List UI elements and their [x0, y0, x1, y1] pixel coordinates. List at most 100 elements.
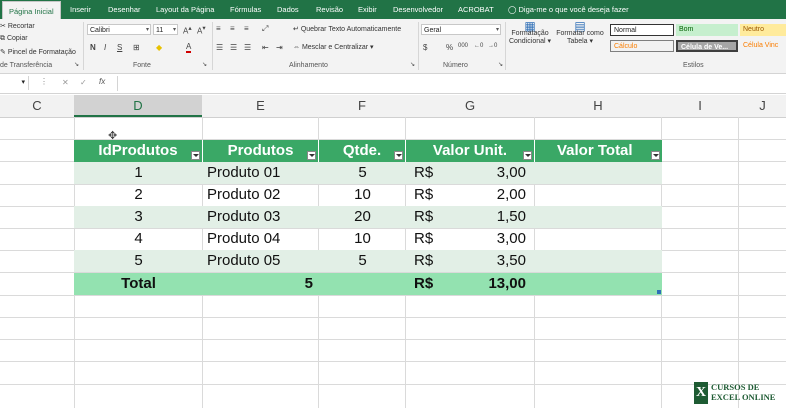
orientation-icon[interactable]: ⤢: [262, 24, 268, 34]
align-top-icon[interactable]: ≡: [216, 24, 221, 33]
font-color-icon[interactable]: A: [186, 42, 192, 53]
column-header-d[interactable]: D: [74, 95, 202, 117]
total-count-cell[interactable]: 5: [203, 273, 313, 295]
filter-dropdown-icon[interactable]: [523, 151, 532, 160]
currency-format-button[interactable]: $: [423, 43, 427, 52]
qtde-cell[interactable]: 5: [319, 162, 406, 184]
column-header-c[interactable]: C: [0, 95, 74, 117]
style-neutro[interactable]: Neutro: [740, 24, 786, 36]
decrease-indent-icon[interactable]: ⇤: [262, 43, 269, 52]
style-bom[interactable]: Bom: [676, 24, 738, 36]
id-cell[interactable]: 3: [74, 206, 203, 228]
cut-button[interactable]: ✂ Recortar: [0, 22, 35, 30]
align-bottom-icon[interactable]: ≡: [244, 24, 249, 33]
valor-unit-cell[interactable]: 1,50: [440, 206, 526, 228]
formula-input[interactable]: [117, 76, 786, 91]
produto-cell[interactable]: Produto 02: [207, 184, 317, 206]
thousands-format-button[interactable]: 000: [458, 43, 468, 49]
enter-icon[interactable]: ✓: [80, 78, 87, 87]
filter-dropdown-icon[interactable]: [191, 151, 200, 160]
produto-cell[interactable]: Produto 04: [207, 228, 317, 250]
column-header-f[interactable]: F: [319, 95, 405, 117]
number-launcher-icon[interactable]: ↘: [498, 61, 503, 68]
table-header-qtde[interactable]: Qtde.: [319, 140, 406, 162]
total-valor-cell[interactable]: 13,00: [440, 273, 526, 295]
column-header-i[interactable]: I: [662, 95, 738, 117]
filter-dropdown-icon[interactable]: [651, 151, 660, 160]
id-cell[interactable]: 4: [74, 228, 203, 250]
shrink-font-icon[interactable]: A▾: [197, 24, 206, 36]
tab-desenhar[interactable]: Desenhar: [108, 0, 141, 19]
increase-decimal-icon[interactable]: ←0: [474, 43, 483, 49]
column-header-e[interactable]: E: [203, 95, 318, 117]
tab-exibir[interactable]: Exibir: [358, 0, 377, 19]
column-header-g[interactable]: G: [406, 95, 534, 117]
font-size-select[interactable]: 11 ▾: [153, 24, 178, 35]
qtde-cell[interactable]: 10: [319, 228, 406, 250]
insert-function-button[interactable]: fx: [99, 77, 105, 86]
table-header-valor-unit[interactable]: Valor Unit.: [406, 140, 535, 162]
tab-revisao[interactable]: Revisão: [316, 0, 343, 19]
alignment-launcher-icon[interactable]: ↘: [410, 61, 415, 68]
decrease-decimal-icon[interactable]: →0: [488, 43, 497, 49]
tab-dados[interactable]: Dados: [277, 0, 299, 19]
tab-pagina-inicial[interactable]: Página Inicial: [2, 1, 61, 20]
filter-dropdown-icon[interactable]: [394, 151, 403, 160]
qtde-cell[interactable]: 20: [319, 206, 406, 228]
increase-indent-icon[interactable]: ⇥: [276, 43, 283, 52]
produto-cell[interactable]: Produto 05: [207, 250, 317, 272]
tab-formulas[interactable]: Fórmulas: [230, 0, 261, 19]
style-normal[interactable]: Normal: [610, 24, 674, 36]
produto-cell[interactable]: Produto 01: [207, 162, 317, 184]
font-launcher-icon[interactable]: ↘: [202, 61, 207, 68]
align-center-icon[interactable]: ☰: [230, 43, 237, 52]
valor-unit-cell[interactable]: 2,00: [440, 184, 526, 206]
format-painter-button[interactable]: ✎ Pincel de Formatação: [0, 48, 76, 56]
number-format-select[interactable]: Geral ▾: [421, 24, 501, 35]
valor-unit-cell[interactable]: 3,00: [440, 228, 526, 250]
align-middle-icon[interactable]: ≡: [230, 24, 235, 33]
merge-center-button[interactable]: ⇔ Mesclar e Centralizar ▾: [293, 43, 374, 51]
tab-acrobat[interactable]: ACROBAT: [458, 0, 494, 19]
format-as-table-button[interactable]: ▤ Formatar como Tabela ▾: [554, 20, 606, 46]
column-header-j[interactable]: J: [739, 95, 786, 117]
qtde-cell[interactable]: 10: [319, 184, 406, 206]
bold-button[interactable]: N: [90, 43, 96, 52]
tell-me-box[interactable]: ◯ Diga-me o que você deseja fazer: [508, 0, 629, 19]
grow-font-icon[interactable]: A▴: [183, 24, 192, 36]
font-name-select[interactable]: Calibri ▾: [87, 24, 151, 35]
filter-dropdown-icon[interactable]: [307, 151, 316, 160]
style-celula-vinculada[interactable]: Célula Vinc: [740, 40, 786, 52]
align-right-icon[interactable]: ☰: [244, 43, 251, 52]
table-header-produtos[interactable]: Produtos: [203, 140, 319, 162]
tab-layout[interactable]: Layout da Página: [156, 0, 214, 19]
valor-unit-cell[interactable]: 3,50: [440, 250, 526, 272]
fill-color-icon[interactable]: ◆: [156, 43, 162, 52]
produto-cell[interactable]: Produto 03: [207, 206, 317, 228]
underline-button[interactable]: S: [117, 43, 122, 52]
tab-inserir[interactable]: Inserir: [70, 0, 91, 19]
conditional-format-button[interactable]: ▦ Formatação Condicional ▾: [508, 20, 552, 46]
id-cell[interactable]: 5: [74, 250, 203, 272]
cancel-icon[interactable]: ✕: [62, 78, 69, 87]
table-resize-handle[interactable]: [657, 290, 661, 294]
style-celula-verificacao[interactable]: Célula de Ve...: [676, 40, 738, 52]
align-left-icon[interactable]: ☰: [216, 43, 223, 52]
total-label[interactable]: Total: [74, 273, 203, 295]
valor-unit-cell[interactable]: 3,00: [440, 162, 526, 184]
style-calculo[interactable]: Cálculo: [610, 40, 674, 52]
qtde-cell[interactable]: 5: [319, 250, 406, 272]
tab-desenvolvedor[interactable]: Desenvolvedor: [393, 0, 443, 19]
clipboard-launcher-icon[interactable]: ↘: [74, 61, 79, 68]
column-header-h[interactable]: H: [535, 95, 661, 117]
percent-format-button[interactable]: %: [446, 43, 453, 52]
id-cell[interactable]: 2: [74, 184, 203, 206]
id-cell[interactable]: 1: [74, 162, 203, 184]
table-header-valor-total[interactable]: Valor Total: [535, 140, 662, 162]
name-box[interactable]: ▾: [0, 76, 29, 90]
table-header-idprodutos[interactable]: IdProdutos: [74, 140, 203, 162]
borders-icon[interactable]: ⊞: [133, 43, 140, 52]
italic-button[interactable]: I: [104, 43, 106, 52]
copy-button[interactable]: ⧉ Copiar: [0, 35, 28, 43]
wrap-text-button[interactable]: ↵ Quebrar Texto Automaticamente: [293, 25, 401, 33]
